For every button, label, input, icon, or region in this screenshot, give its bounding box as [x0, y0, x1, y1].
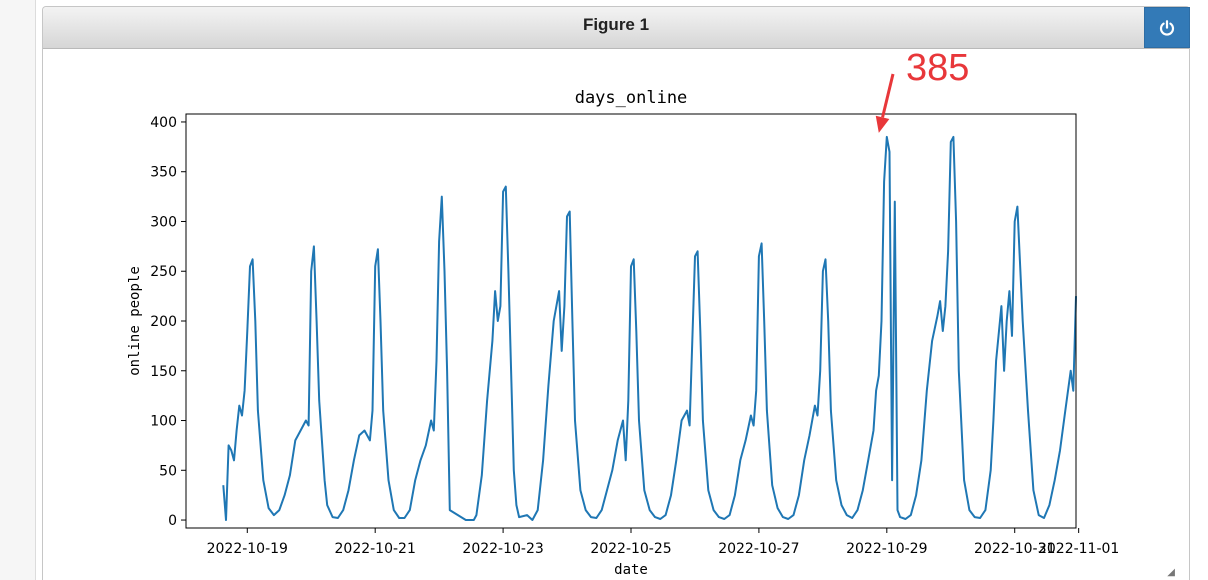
- y-tick-label: 300: [150, 214, 177, 230]
- annotation-peak-label: 385: [906, 47, 969, 89]
- chart-title: days_online: [575, 88, 688, 108]
- x-tick-label: 2022-10-29: [846, 541, 927, 557]
- x-axis-label: date: [614, 562, 648, 578]
- y-tick-label: 350: [150, 165, 177, 181]
- y-tick-label: 200: [150, 314, 177, 330]
- y-axis-label: online people: [127, 266, 143, 376]
- y-tick-label: 400: [150, 115, 177, 131]
- x-tick-label: 2022-10-27: [718, 541, 799, 557]
- y-tick-label: 50: [159, 463, 177, 479]
- y-tick-label: 100: [150, 414, 177, 430]
- x-axis-ticks: 2022-10-19 2022-10-21 2022-10-23 2022-10-25…: [207, 528, 1119, 557]
- y-tick-label: 0: [168, 513, 177, 529]
- y-tick-label: 150: [150, 364, 177, 380]
- x-tick-label: 2022-10-19: [207, 541, 288, 557]
- chart-canvas: 2022-10-19 2022-10-21 2022-10-23 2022-10-25…: [127, 47, 1119, 578]
- x-tick-label: 2022-10-21: [335, 541, 416, 557]
- y-tick-label: 250: [150, 264, 177, 280]
- x-tick-label: 2022-10-23: [462, 541, 543, 557]
- y-axis-ticks: 0 50 100 150 200 250 300 350 400: [150, 115, 186, 529]
- x-tick-label: 2022-10-25: [590, 541, 671, 557]
- annotation-arrow-line: [881, 73, 895, 118]
- x-tick-label: 2022-11-01: [1038, 541, 1119, 557]
